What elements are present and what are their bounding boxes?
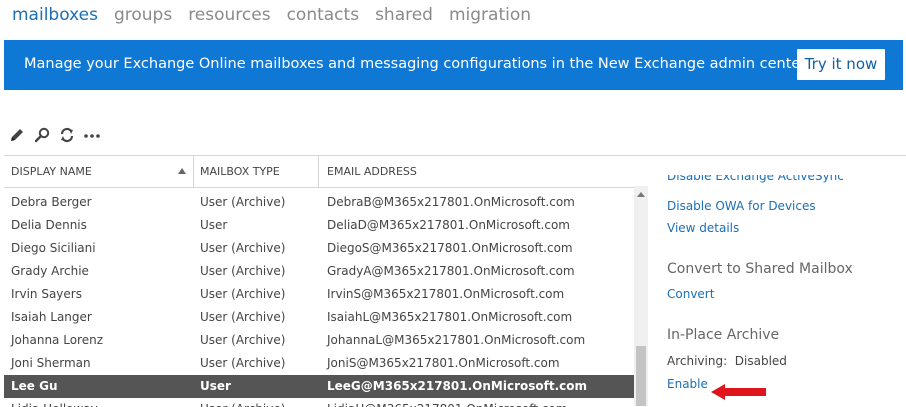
in-place-archive-title: In-Place Archive (667, 327, 780, 343)
column-header-display-name[interactable]: DISPLAY NAME (11, 156, 191, 187)
enable-archive-link[interactable]: Enable (667, 377, 902, 391)
refresh-icon[interactable] (57, 125, 77, 145)
table-row[interactable]: Grady Archie User (Archive) GradyA@M365x… (4, 260, 634, 283)
search-icon[interactable] (32, 125, 52, 145)
cell-email: DiegoS@M365x217801.OnMicrosoft.com (327, 241, 573, 255)
cell-mailbox-type: User (Archive) (200, 356, 286, 370)
table-row[interactable]: Isaiah Langer User (Archive) IsaiahL@M36… (4, 306, 634, 329)
column-header-mailbox-type[interactable]: MAILBOX TYPE (200, 156, 320, 187)
table-row[interactable]: Johanna Lorenz User (Archive) JohannaL@M… (4, 329, 634, 352)
details-header-divider (634, 155, 906, 156)
cell-email: DeliaD@M365x217801.OnMicrosoft.com (327, 218, 570, 232)
cell-mailbox-type: User (200, 218, 228, 232)
cell-mailbox-type: User (Archive) (200, 287, 286, 301)
column-divider[interactable] (193, 156, 194, 187)
scroll-thumb[interactable] (636, 346, 646, 406)
cell-mailbox-type: User (Archive) (200, 310, 286, 324)
details-pane: Disable Exchange ActiveSync Disable OWA … (667, 175, 902, 391)
nav-tabs: mailboxes groups resources contacts shar… (12, 4, 547, 26)
cell-display-name: Lee Gu (11, 379, 58, 393)
table-row-selected[interactable]: Lee Gu User LeeG@M365x217801.OnMicrosoft… (4, 375, 634, 398)
cell-display-name: Joni Sherman (11, 356, 91, 370)
table-header: DISPLAY NAME MAILBOX TYPE EMAIL ADDRESS (4, 156, 634, 188)
cell-mailbox-type: User (Archive) (200, 241, 286, 255)
cell-display-name: Diego Siciliani (11, 241, 96, 255)
banner-text: Manage your Exchange Online mailboxes an… (24, 56, 810, 72)
tab-migration[interactable]: migration (449, 4, 531, 26)
column-header-email-address[interactable]: EMAIL ADDRESS (327, 156, 627, 187)
cell-display-name: Grady Archie (11, 264, 89, 278)
table-row[interactable]: Joni Sherman User (Archive) JoniS@M365x2… (4, 352, 634, 375)
table-scrollbar[interactable] (634, 186, 648, 406)
sort-ascending-icon (178, 168, 186, 174)
cell-email: DebraB@M365x217801.OnMicrosoft.com (327, 195, 575, 209)
scroll-up-arrow-icon[interactable] (637, 192, 645, 197)
tab-mailboxes[interactable]: mailboxes (12, 4, 98, 26)
cell-display-name: Delia Dennis (11, 218, 87, 232)
table-row[interactable]: Irvin Sayers User (Archive) IrvinS@M365x… (4, 283, 634, 306)
tab-groups[interactable]: groups (114, 4, 172, 26)
toolbar (7, 125, 107, 145)
table-row[interactable]: Diego Siciliani User (Archive) DiegoS@M3… (4, 237, 634, 260)
cell-display-name: Johanna Lorenz (11, 333, 103, 347)
table-row[interactable]: Debra Berger User (Archive) DebraB@M365x… (4, 191, 634, 214)
cell-mailbox-type: User (Archive) (200, 195, 286, 209)
cell-display-name: Irvin Sayers (11, 287, 82, 301)
archiving-value: Disabled (734, 354, 787, 368)
cell-email: JohannaL@M365x217801.OnMicrosoft.com (327, 333, 586, 347)
cell-mailbox-type: User (200, 379, 231, 393)
disable-activesync-link[interactable]: Disable Exchange ActiveSync (667, 175, 844, 185)
convert-shared-title: Convert to Shared Mailbox (667, 261, 853, 277)
new-eac-banner: Manage your Exchange Online mailboxes an… (4, 40, 903, 90)
tab-shared[interactable]: shared (375, 4, 433, 26)
cell-email: LeeG@M365x217801.OnMicrosoft.com (327, 379, 587, 393)
cell-mailbox-type: User (Archive) (200, 333, 286, 347)
column-divider[interactable] (318, 156, 319, 187)
edit-icon[interactable] (7, 125, 27, 145)
try-it-now-button[interactable]: Try it now (797, 49, 885, 80)
tab-resources[interactable]: resources (188, 4, 270, 26)
red-arrow-icon (711, 384, 766, 400)
cell-email: IsaiahL@M365x217801.OnMicrosoft.com (327, 310, 573, 324)
cell-mailbox-type: User (Archive) (200, 264, 286, 278)
archiving-status: Archiving: Disabled (667, 354, 902, 368)
view-details-link[interactable]: View details (667, 221, 902, 235)
tab-contacts[interactable]: contacts (287, 4, 359, 26)
table-body: Debra Berger User (Archive) DebraB@M365x… (4, 191, 634, 407)
disable-owa-devices-link[interactable]: Disable OWA for Devices (667, 199, 902, 213)
archiving-label: Archiving: (667, 354, 728, 368)
more-icon[interactable] (82, 125, 102, 145)
cell-email: IrvinS@M365x217801.OnMicrosoft.com (327, 287, 565, 301)
mailbox-table: DISPLAY NAME MAILBOX TYPE EMAIL ADDRESS … (4, 155, 634, 407)
cell-display-name: Isaiah Langer (11, 310, 92, 324)
cell-display-name: Debra Berger (11, 195, 92, 209)
convert-link[interactable]: Convert (667, 287, 902, 301)
table-row[interactable]: Delia Dennis User DeliaD@M365x217801.OnM… (4, 214, 634, 237)
cell-email: JoniS@M365x217801.OnMicrosoft.com (327, 356, 560, 370)
cell-email: GradyA@M365x217801.OnMicrosoft.com (327, 264, 575, 278)
